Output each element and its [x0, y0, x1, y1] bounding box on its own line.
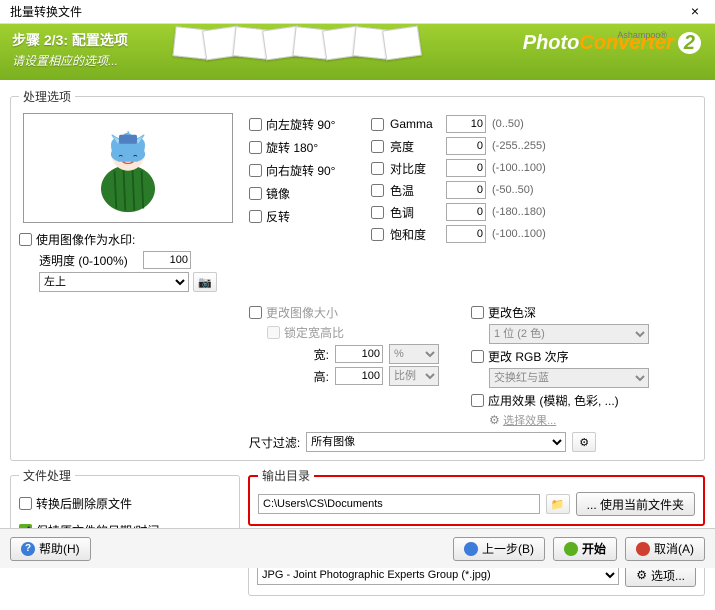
- color-depth-checkbox[interactable]: [471, 306, 484, 319]
- window-title: 批量转换文件: [6, 3, 82, 20]
- mirror-checkbox[interactable]: [249, 187, 262, 200]
- color-depth-select[interactable]: 1 位 (2 色): [489, 324, 649, 344]
- back-icon: [464, 542, 478, 556]
- output-dir-legend: 输出目录: [258, 467, 314, 484]
- temperature-range: (-50..50): [492, 184, 534, 196]
- cancel-icon: [636, 542, 650, 556]
- use-watermark-label: 使用图像作为水印:: [36, 231, 135, 248]
- resize-checkbox[interactable]: [249, 306, 262, 319]
- start-icon: [564, 542, 578, 556]
- brightness-checkbox[interactable]: [371, 140, 384, 153]
- saturation-label: 饱和度: [390, 226, 440, 243]
- effects-checkbox[interactable]: [471, 394, 484, 407]
- hue-checkbox[interactable]: [371, 206, 384, 219]
- effects-label: 应用效果 (模糊, 色彩, ...): [488, 392, 619, 409]
- rgb-order-label: 更改 RGB 次序: [488, 348, 569, 365]
- rotate-180-label: 旋转 180°: [266, 139, 318, 156]
- width-input[interactable]: [335, 345, 383, 363]
- brightness-label: 亮度: [390, 138, 440, 155]
- opacity-input[interactable]: [143, 251, 191, 269]
- invert-label: 反转: [266, 208, 290, 225]
- rotate-right-label: 向右旋转 90°: [266, 162, 335, 179]
- output-format-select[interactable]: JPG - Joint Photographic Experts Group (…: [257, 565, 619, 585]
- saturation-input[interactable]: [446, 225, 486, 243]
- saturation-checkbox[interactable]: [371, 228, 384, 241]
- rgb-order-select[interactable]: 交换红与蓝: [489, 368, 649, 388]
- processing-options-group: 处理选项: [10, 88, 705, 461]
- rotate-left-checkbox[interactable]: [249, 118, 262, 131]
- height-unit-select[interactable]: 比例: [389, 366, 439, 386]
- gamma-label: Gamma: [390, 117, 440, 131]
- output-path-input[interactable]: [258, 494, 540, 514]
- brightness-input[interactable]: [446, 137, 486, 155]
- contrast-range: (-100..100): [492, 162, 546, 174]
- resize-label: 更改图像大小: [266, 304, 338, 321]
- rgb-order-checkbox[interactable]: [471, 350, 484, 363]
- gamma-range: (0..50): [492, 118, 524, 130]
- temperature-checkbox[interactable]: [371, 184, 384, 197]
- opacity-label: 透明度 (0-100%): [39, 252, 139, 269]
- height-input[interactable]: [335, 367, 383, 385]
- use-current-folder-button[interactable]: ... 使用当前文件夹: [576, 492, 695, 516]
- temperature-input[interactable]: [446, 181, 486, 199]
- temperature-label: 色温: [390, 182, 440, 199]
- delete-after-checkbox[interactable]: [19, 497, 32, 510]
- watermark-position-select[interactable]: 左上: [39, 272, 189, 292]
- color-depth-label: 更改色深: [488, 304, 536, 321]
- wizard-header: 步骤 2/3: 配置选项 请设置相应的选项... Ashampoo® Photo…: [0, 24, 715, 80]
- gear-icon: ⚙: [636, 568, 647, 582]
- cancel-button[interactable]: 取消(A): [625, 537, 705, 561]
- saturation-range: (-100..100): [492, 228, 546, 240]
- rotate-left-label: 向左旋转 90°: [266, 116, 335, 133]
- lock-ratio-checkbox[interactable]: [267, 326, 280, 339]
- hue-range: (-180..180): [492, 206, 546, 218]
- back-button[interactable]: 上一步(B): [453, 537, 545, 561]
- use-watermark-checkbox[interactable]: [19, 233, 32, 246]
- delete-after-label: 转换后删除原文件: [36, 495, 132, 512]
- rotate-180-checkbox[interactable]: [249, 141, 262, 154]
- select-effects-link[interactable]: 选择效果...: [503, 415, 556, 427]
- browse-watermark-button[interactable]: 📷: [193, 272, 217, 292]
- width-label: 宽:: [249, 346, 329, 363]
- gamma-input[interactable]: [446, 115, 486, 133]
- size-filter-label: 尺寸过滤:: [249, 434, 300, 451]
- contrast-input[interactable]: [446, 159, 486, 177]
- contrast-checkbox[interactable]: [371, 162, 384, 175]
- brightness-range: (-255..255): [492, 140, 546, 152]
- help-button[interactable]: ?帮助(H): [10, 537, 91, 561]
- size-filter-settings-button[interactable]: ⚙: [572, 432, 596, 452]
- rotate-right-checkbox[interactable]: [249, 164, 262, 177]
- contrast-label: 对比度: [390, 160, 440, 177]
- height-label: 高:: [249, 368, 329, 385]
- size-filter-select[interactable]: 所有图像: [306, 432, 566, 452]
- preview-image: [23, 113, 233, 223]
- close-button[interactable]: ×: [681, 2, 709, 22]
- brand-logo: Ashampoo® PhotoConverter2: [523, 32, 701, 55]
- invert-checkbox[interactable]: [249, 210, 262, 223]
- output-dir-group: 输出目录 📁 ... 使用当前文件夹: [248, 467, 705, 526]
- file-handling-legend: 文件处理: [19, 467, 75, 484]
- width-unit-select[interactable]: %: [389, 344, 439, 364]
- hue-input[interactable]: [446, 203, 486, 221]
- mirror-label: 镜像: [266, 185, 290, 202]
- gamma-checkbox[interactable]: [371, 118, 384, 131]
- help-icon: ?: [21, 542, 35, 556]
- browse-output-button[interactable]: 📁: [546, 494, 570, 514]
- processing-legend: 处理选项: [19, 88, 75, 105]
- lock-ratio-label: 锁定宽高比: [284, 324, 344, 341]
- start-button[interactable]: 开始: [553, 537, 617, 561]
- hue-label: 色调: [390, 204, 440, 221]
